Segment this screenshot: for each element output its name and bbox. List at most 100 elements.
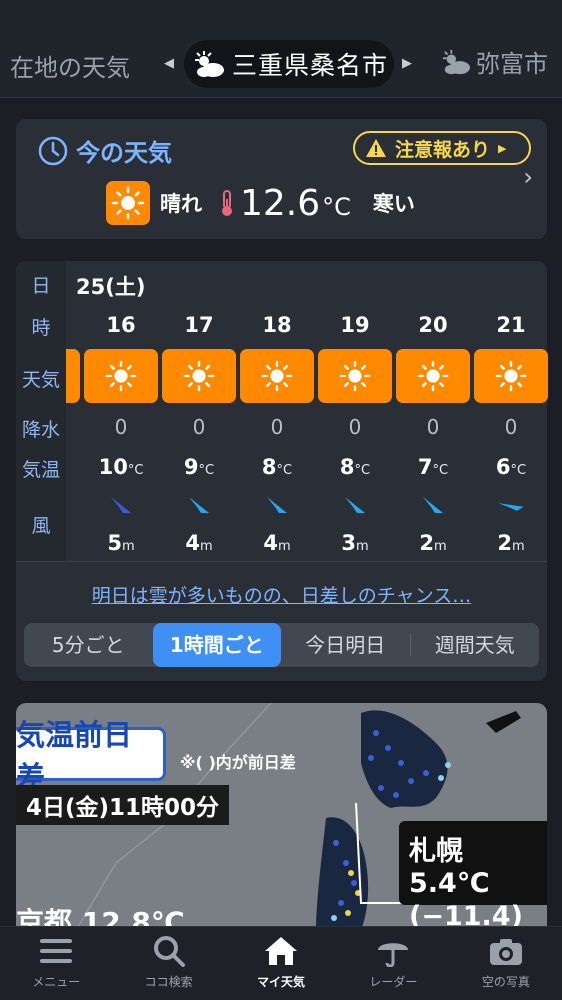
forecast-comment-link[interactable]: 明日は雲が多いものの、日差しのチャンス… bbox=[16, 581, 547, 608]
location-tab-next[interactable]: 弥富市 bbox=[440, 44, 548, 79]
tab-5min[interactable]: 5分ごと bbox=[24, 623, 153, 667]
precip-value: 0 bbox=[504, 415, 518, 439]
menu-icon bbox=[40, 939, 73, 963]
nav-search-label: ココ検索 bbox=[144, 975, 193, 989]
temp-value: 7°C bbox=[417, 455, 449, 479]
divider bbox=[16, 561, 547, 562]
nav-menu-label: メニュー bbox=[32, 975, 81, 989]
hour-column: 19 0 8°C 3m bbox=[316, 261, 394, 561]
wind-speed-value: 4m bbox=[185, 531, 213, 555]
partly-cloudy-icon bbox=[195, 51, 224, 77]
hour-column: 17 0 9°C 4m bbox=[160, 261, 238, 561]
current-weather-header: 今の天気 bbox=[38, 133, 172, 168]
location-tab-current-location[interactable]: 在地の天気 bbox=[10, 48, 130, 83]
tab-today-tomorrow[interactable]: 今日明日 bbox=[281, 623, 410, 667]
location-tab-bar: 在地の天気 ◀ 三重県桑名市 ▶ 弥富市 bbox=[0, 0, 562, 98]
prev-location-arrow-icon[interactable]: ◀ bbox=[164, 56, 174, 71]
partial-weather-box bbox=[66, 349, 80, 403]
wind-speed-value: 2m bbox=[497, 531, 525, 555]
selected-location-label: 三重県桑名市 bbox=[232, 51, 389, 80]
clock-icon bbox=[38, 136, 68, 165]
hour-label: 16 bbox=[106, 313, 136, 337]
row-label-day: 日 bbox=[31, 275, 51, 297]
wind-speed-value: 3m bbox=[341, 531, 369, 555]
wind-direction-icon bbox=[316, 493, 394, 521]
row-label-weather: 天気 bbox=[21, 369, 60, 391]
caret-right-icon: ▶ bbox=[498, 141, 507, 155]
row-label-hour: 時 bbox=[31, 317, 51, 339]
wind-direction-icon bbox=[160, 493, 238, 521]
temp-value: 8°C bbox=[261, 455, 293, 479]
wind-direction-icon bbox=[238, 493, 316, 521]
interval-segmented-control: 5分ごと 1時間ごと 今日明日 週間天気 bbox=[24, 623, 539, 667]
nav-my-weather-label: マイ天気 bbox=[257, 975, 306, 989]
temp-value: 10°C bbox=[98, 455, 144, 479]
map-city-name: 札幌 5.4℃ bbox=[409, 836, 490, 899]
hour-column: 16 0 10°C 5m bbox=[82, 261, 160, 561]
wind-direction-icon bbox=[82, 493, 160, 521]
hour-label: 18 bbox=[262, 313, 292, 337]
row-label-temp: 気温 bbox=[21, 459, 60, 481]
thermometer-icon bbox=[222, 190, 232, 216]
sunny-icon bbox=[240, 349, 314, 403]
hourly-forecast-card: 日 時 天気 降水 気温 風 25(土) 16 0 10°C 5m 17 0 9°C 4m 18… bbox=[16, 261, 550, 681]
precip-value: 0 bbox=[114, 415, 128, 439]
sunny-icon bbox=[162, 349, 236, 403]
current-condition: 晴れ bbox=[160, 192, 202, 216]
nav-sky-photos[interactable]: 空の写真 bbox=[450, 927, 562, 1000]
location-tab-selected[interactable]: 三重県桑名市 bbox=[184, 40, 394, 88]
hour-label: 19 bbox=[340, 313, 370, 337]
bottom-nav: メニュー ココ検索 マイ天気 レーダー 空の写真 bbox=[0, 926, 562, 1000]
precip-value: 0 bbox=[348, 415, 362, 439]
hour-column: 20 0 7°C 2m bbox=[394, 261, 472, 561]
sunny-icon bbox=[106, 181, 150, 225]
current-temperature: 12.6 bbox=[240, 182, 321, 224]
tab-hourly[interactable]: 1時間ごと bbox=[152, 623, 281, 667]
map-title: 気温前日差 bbox=[16, 718, 166, 794]
nav-my-weather[interactable]: マイ天気 bbox=[225, 927, 337, 1000]
sunny-icon bbox=[396, 349, 470, 403]
alert-badge-button[interactable]: 注意報あり ▶ bbox=[353, 131, 531, 165]
hour-label: 21 bbox=[496, 313, 526, 337]
wind-direction-icon bbox=[394, 493, 472, 521]
sunny-icon bbox=[318, 349, 392, 403]
search-icon bbox=[153, 936, 185, 967]
temperature-map-card[interactable]: 気温前日差 ※( )内が前日差 4日(金)11時00分 札幌 5.4℃ (−11… bbox=[16, 703, 547, 930]
wind-direction-icon bbox=[472, 493, 550, 521]
partly-cloudy-icon bbox=[442, 49, 470, 74]
nav-menu[interactable]: メニュー bbox=[0, 927, 112, 1000]
map-city-callout: 札幌 5.4℃ (−11.4) bbox=[399, 821, 547, 930]
tab-weekly[interactable]: 週間天気 bbox=[411, 623, 540, 667]
current-weather-card[interactable]: 今の天気 注意報あり ▶ 晴れ 12.6 °C 寒い › bbox=[16, 119, 547, 239]
precip-value: 0 bbox=[426, 415, 440, 439]
row-label-wind: 風 bbox=[31, 515, 51, 537]
warning-icon bbox=[366, 139, 386, 157]
map-note: ※( )内が前日差 bbox=[180, 753, 296, 772]
precip-value: 0 bbox=[270, 415, 284, 439]
wind-speed-value: 2m bbox=[419, 531, 447, 555]
sunny-icon bbox=[474, 349, 548, 403]
hour-label: 17 bbox=[184, 313, 214, 337]
chevron-right-icon[interactable]: › bbox=[523, 163, 533, 191]
temp-value: 9°C bbox=[183, 455, 215, 479]
alert-label: 注意報あり bbox=[395, 138, 491, 161]
nav-search[interactable]: ココ検索 bbox=[112, 927, 224, 1000]
sunny-icon bbox=[84, 349, 158, 403]
nav-sky-photos-label: 空の写真 bbox=[481, 975, 530, 989]
hour-label: 20 bbox=[418, 313, 448, 337]
wind-speed-value: 5m bbox=[107, 531, 135, 555]
camera-icon bbox=[489, 939, 522, 965]
radar-umbrella-icon bbox=[378, 943, 409, 967]
temp-value: 8°C bbox=[339, 455, 371, 479]
temperature-unit: °C bbox=[322, 193, 351, 221]
nav-radar[interactable]: レーダー bbox=[337, 927, 449, 1000]
map-timestamp: 4日(金)11時00分 bbox=[16, 785, 230, 825]
precip-value: 0 bbox=[192, 415, 206, 439]
next-location-arrow-icon[interactable]: ▶ bbox=[402, 56, 412, 71]
row-labels-column: 日 時 天気 降水 気温 風 bbox=[16, 261, 66, 561]
hour-column: 18 0 8°C 4m bbox=[238, 261, 316, 561]
current-weather-title: 今の天気 bbox=[76, 139, 172, 167]
hour-column: 21 0 6°C 2m bbox=[472, 261, 550, 561]
current-conditions: 晴れ 12.6 °C 寒い bbox=[106, 181, 415, 225]
next-location-label: 弥富市 bbox=[476, 50, 548, 78]
